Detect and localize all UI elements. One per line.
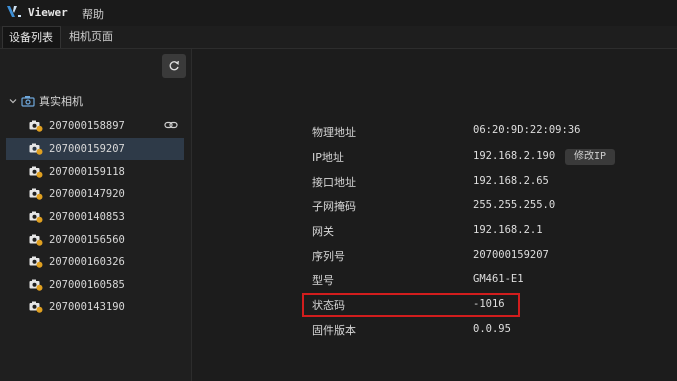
device-serial: 207000143190	[49, 301, 125, 313]
label-interface-address: 接口地址	[312, 176, 356, 189]
device-serial: 207000160326	[49, 256, 125, 268]
camera-warning-icon	[29, 188, 43, 200]
device-row[interactable]: 207000156560	[6, 229, 184, 251]
value-gateway: 192.168.2.1	[473, 224, 543, 236]
value-firmware-version: 0.0.95	[473, 323, 511, 335]
camera-warning-icon	[29, 234, 43, 246]
refresh-icon	[169, 60, 179, 71]
device-row[interactable]: 207000147920	[6, 183, 184, 205]
device-serial: 207000140853	[49, 211, 125, 223]
value-model: GM461-E1	[473, 273, 524, 285]
tree-root-real-cameras[interactable]: 真实相机	[8, 93, 83, 109]
value-ip-address: 192.168.2.190	[473, 150, 556, 162]
device-serial: 207000160585	[49, 279, 125, 291]
device-row[interactable]: 207000140853	[6, 206, 184, 228]
label-gateway: 网关	[312, 225, 334, 238]
refresh-button[interactable]	[162, 54, 186, 78]
device-row[interactable]: 207000159118	[6, 161, 184, 183]
link-icon[interactable]	[164, 120, 178, 130]
value-serial-number: 207000159207	[473, 249, 549, 261]
camera-warning-icon	[29, 143, 43, 155]
label-subnet-mask: 子网掩码	[312, 200, 356, 213]
camera-icon	[21, 96, 35, 107]
value-status-code: -1016	[473, 298, 505, 310]
title-bar: Viewer 帮助	[0, 0, 677, 26]
label-model: 型号	[312, 274, 334, 287]
app-name: Viewer	[28, 6, 68, 19]
device-row[interactable]: 207000143190	[6, 296, 184, 318]
device-row[interactable]: 207000158897	[6, 115, 184, 137]
device-serial: 207000156560	[49, 234, 125, 246]
camera-warning-icon	[29, 301, 43, 313]
camera-warning-icon	[29, 256, 43, 268]
tab-device-list[interactable]: 设备列表	[2, 26, 61, 48]
tab-camera-page[interactable]: 相机页面	[63, 26, 123, 48]
device-serial: 207000159207	[49, 143, 125, 155]
device-serial: 207000159118	[49, 166, 125, 178]
device-serial: 207000147920	[49, 188, 125, 200]
camera-warning-icon	[29, 279, 43, 291]
camera-warning-icon	[29, 166, 43, 178]
label-ip-address: IP地址	[312, 151, 344, 164]
device-row[interactable]: 207000160326	[6, 251, 184, 273]
app-logo-icon	[7, 6, 21, 17]
tab-bar: 设备列表 相机页面	[0, 26, 677, 49]
value-subnet-mask: 255.255.255.0	[473, 199, 556, 211]
value-interface-address: 192.168.2.65	[473, 175, 549, 187]
label-serial-number: 序列号	[312, 250, 345, 263]
chevron-down-icon[interactable]	[8, 96, 18, 106]
modify-ip-button[interactable]: 修改IP	[565, 149, 615, 165]
label-firmware-version: 固件版本	[312, 324, 356, 337]
device-row[interactable]: 207000160585	[6, 274, 184, 296]
value-mac-address: 06:20:9D:22:09:36	[473, 124, 581, 136]
menu-help[interactable]: 帮助	[82, 6, 104, 22]
device-serial: 207000158897	[49, 120, 125, 132]
tree-root-label: 真实相机	[39, 95, 83, 108]
device-detail-panel	[192, 49, 677, 381]
camera-warning-icon	[29, 211, 43, 223]
label-status-code: 状态码	[312, 299, 345, 312]
camera-warning-icon	[29, 120, 43, 132]
label-mac-address: 物理地址	[312, 126, 356, 139]
device-row-selected[interactable]: 207000159207	[6, 138, 184, 160]
